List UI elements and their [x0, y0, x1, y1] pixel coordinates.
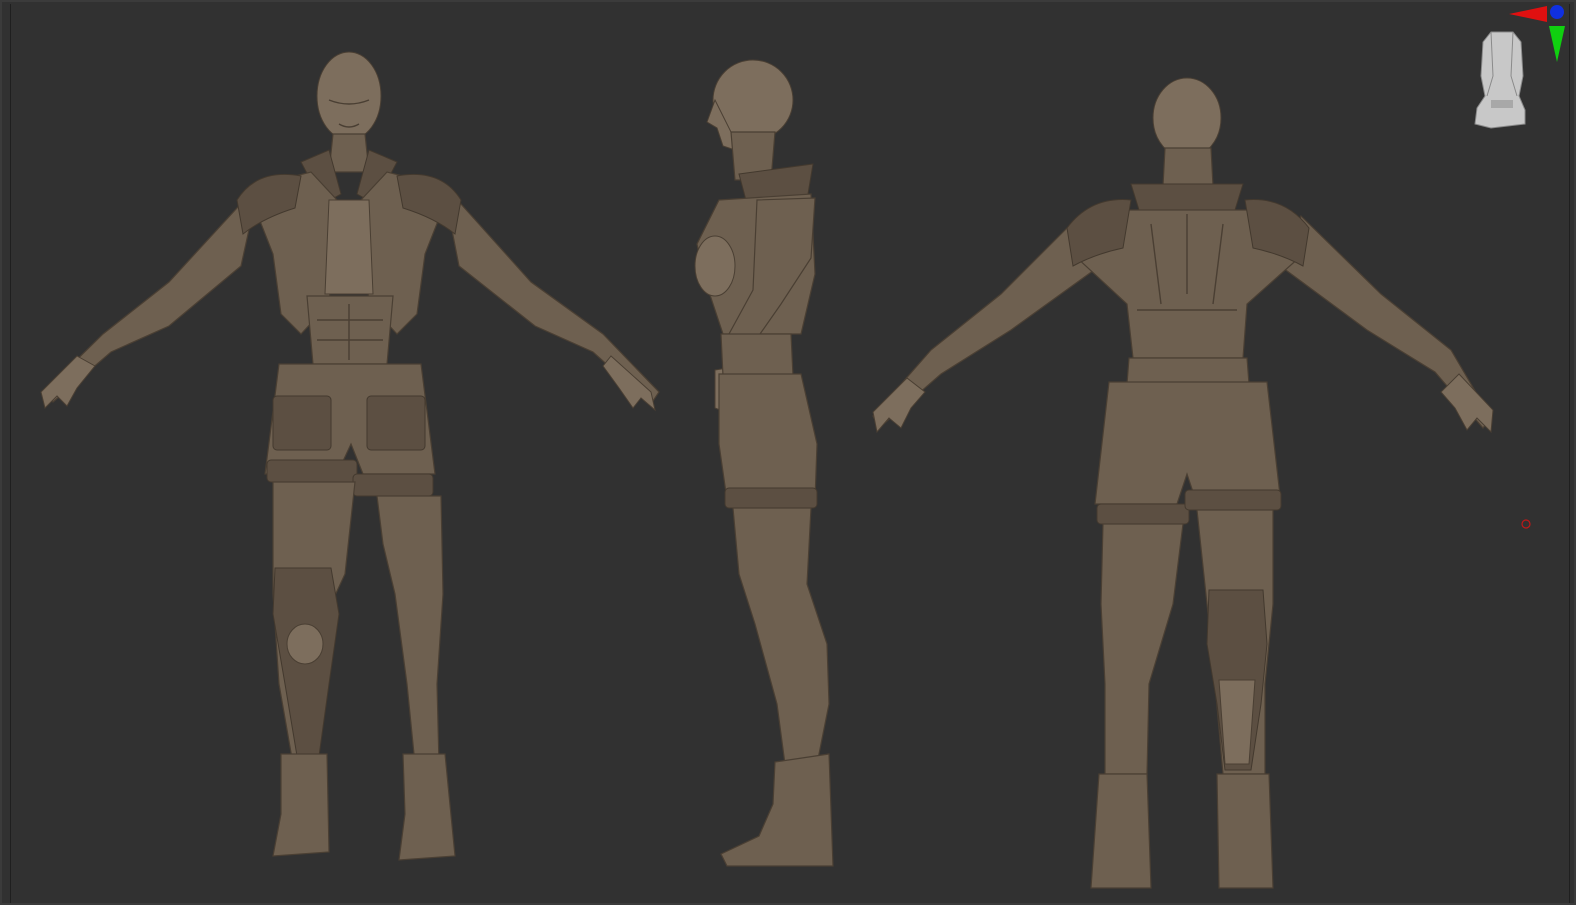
- zbrush-viewport[interactable]: [0, 0, 1576, 905]
- front-right-boot: [398, 753, 456, 861]
- x-axis-arrow: [1509, 6, 1547, 22]
- back-head: [1152, 77, 1222, 159]
- side-shorts: [718, 373, 818, 501]
- back-right-boot: [1216, 773, 1274, 889]
- back-left-hand: [872, 377, 926, 434]
- front-right-pocket: [366, 395, 426, 451]
- back-collar: [1130, 183, 1244, 211]
- front-abdomen: [306, 295, 394, 365]
- side-view-figure[interactable]: [694, 59, 834, 867]
- front-left-boot: [272, 753, 330, 857]
- sculpt-render: [40, 5, 1565, 889]
- front-right-leg: [376, 495, 444, 765]
- side-leg: [732, 507, 830, 765]
- back-left-boot: [1090, 773, 1152, 889]
- z-axis-dot: [1550, 5, 1564, 19]
- transpose-pivot-marker[interactable]: [1521, 519, 1531, 529]
- y-axis-arrow: [1549, 26, 1565, 62]
- document-canvas[interactable]: [10, 4, 1570, 903]
- front-view-figure[interactable]: [40, 51, 660, 861]
- orientation-head-preview: [1474, 31, 1526, 129]
- front-left-pocket: [272, 395, 332, 451]
- navigation-gizmo[interactable]: [1474, 5, 1565, 129]
- back-view-figure[interactable]: [872, 77, 1494, 889]
- front-left-hand: [40, 355, 96, 409]
- side-boot: [720, 753, 834, 867]
- front-neck: [328, 133, 370, 173]
- back-shorts: [1094, 381, 1282, 505]
- back-left-leg: [1100, 523, 1184, 775]
- front-chest: [324, 199, 374, 295]
